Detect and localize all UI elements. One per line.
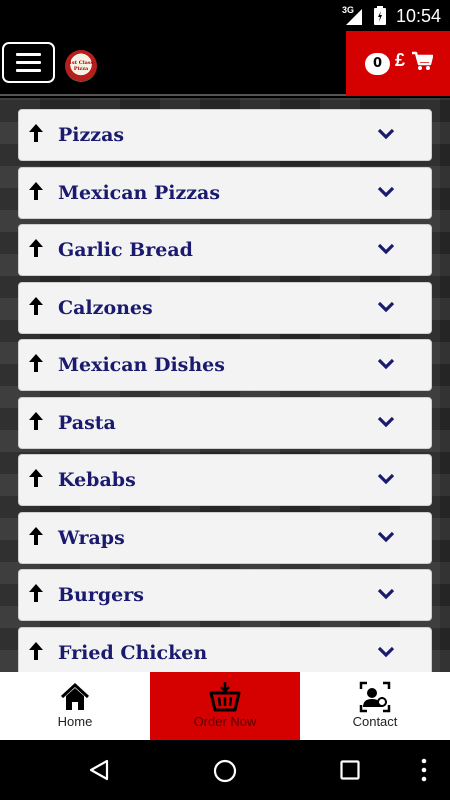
arrow-up-icon <box>29 296 43 315</box>
arrow-up-icon <box>29 354 43 372</box>
app-header: 1st Class Pizza 0 £ <box>0 31 450 96</box>
system-nav-bar <box>0 740 450 800</box>
chevron-down-icon[interactable] <box>377 301 395 313</box>
category-item[interactable]: Pizzas <box>18 109 432 161</box>
category-label: Burgers <box>58 584 144 606</box>
category-item[interactable]: Wraps <box>18 511 432 564</box>
brand-logo[interactable]: 1st Class Pizza <box>65 50 97 82</box>
arrow-up-icon <box>29 411 43 430</box>
logo-text: 1st Class Pizza <box>68 60 94 72</box>
chevron-down-icon[interactable] <box>377 588 395 600</box>
chevron-down-icon[interactable] <box>377 128 395 140</box>
arrow-up-icon <box>29 526 43 545</box>
category-label: Wraps <box>58 526 125 549</box>
chevron-down-icon[interactable] <box>377 358 395 370</box>
chevron-down-icon[interactable] <box>377 473 395 485</box>
chevron-down-icon[interactable] <box>377 416 395 428</box>
category-item[interactable]: Burgers <box>18 569 432 621</box>
category-label: Calzones <box>58 296 153 319</box>
hamburger-menu-icon <box>16 53 41 56</box>
nav-home[interactable]: Home <box>0 672 150 740</box>
home-circle-icon[interactable] <box>213 759 237 783</box>
chevron-down-icon[interactable] <box>377 243 395 255</box>
overflow-icon[interactable] <box>420 758 428 782</box>
arrow-up-icon <box>29 181 43 200</box>
category-item[interactable]: Mexican Dishes <box>18 339 432 391</box>
arrow-up-icon <box>29 584 43 602</box>
category-label: Kebabs <box>58 469 136 491</box>
clock: 10:54 <box>396 6 442 26</box>
category-item[interactable]: Kebabs <box>18 454 432 506</box>
nav-contact[interactable]: Contact <box>300 672 450 740</box>
nav-order-now-label: Order Now <box>193 714 257 729</box>
category-item[interactable]: Garlic Bread <box>18 224 432 276</box>
status-bar: 3G 10:54 <box>0 0 450 31</box>
category-label: Mexican Pizzas <box>58 181 221 204</box>
chevron-down-icon[interactable] <box>377 646 395 658</box>
nav-contact-label: Contact <box>352 714 398 729</box>
category-item[interactable]: Fried Chicken <box>18 626 432 672</box>
bottom-nav: Home Order Now Contact <box>0 672 450 740</box>
category-label: Fried Chicken <box>58 641 208 664</box>
nav-order-now[interactable]: Order Now <box>150 672 300 740</box>
category-item[interactable]: Mexican Pizzas <box>18 166 432 219</box>
category-label: Garlic Bread <box>58 239 193 261</box>
chevron-down-icon[interactable] <box>377 531 395 543</box>
signal-icon <box>346 9 362 25</box>
category-label: Pizzas <box>58 124 125 146</box>
cart-currency: £ <box>395 50 406 70</box>
category-item[interactable]: Calzones <box>18 281 432 334</box>
arrow-up-icon <box>29 239 43 257</box>
hamburger-menu-button[interactable] <box>2 42 55 83</box>
arrow-up-icon <box>29 469 43 487</box>
chevron-down-icon[interactable] <box>377 186 395 198</box>
recents-icon[interactable] <box>340 760 360 780</box>
category-label: Mexican Dishes <box>58 354 225 376</box>
cart-icon <box>412 51 433 70</box>
category-item[interactable]: Pasta <box>18 396 432 449</box>
nav-home-label: Home <box>57 714 93 729</box>
category-list[interactable]: Pizzas Mexican Pizzas Garlic Bread Calzones… <box>0 98 450 672</box>
cart-button[interactable]: 0 £ <box>346 31 450 96</box>
back-icon[interactable] <box>88 759 110 781</box>
arrow-up-icon <box>29 641 43 660</box>
home-icon <box>60 682 90 710</box>
category-label: Pasta <box>58 411 116 434</box>
basket-icon <box>209 682 241 712</box>
contact-card-icon <box>359 681 391 713</box>
arrow-up-icon <box>29 124 43 142</box>
cart-count-badge: 0 <box>365 53 390 75</box>
battery-icon <box>374 6 386 25</box>
